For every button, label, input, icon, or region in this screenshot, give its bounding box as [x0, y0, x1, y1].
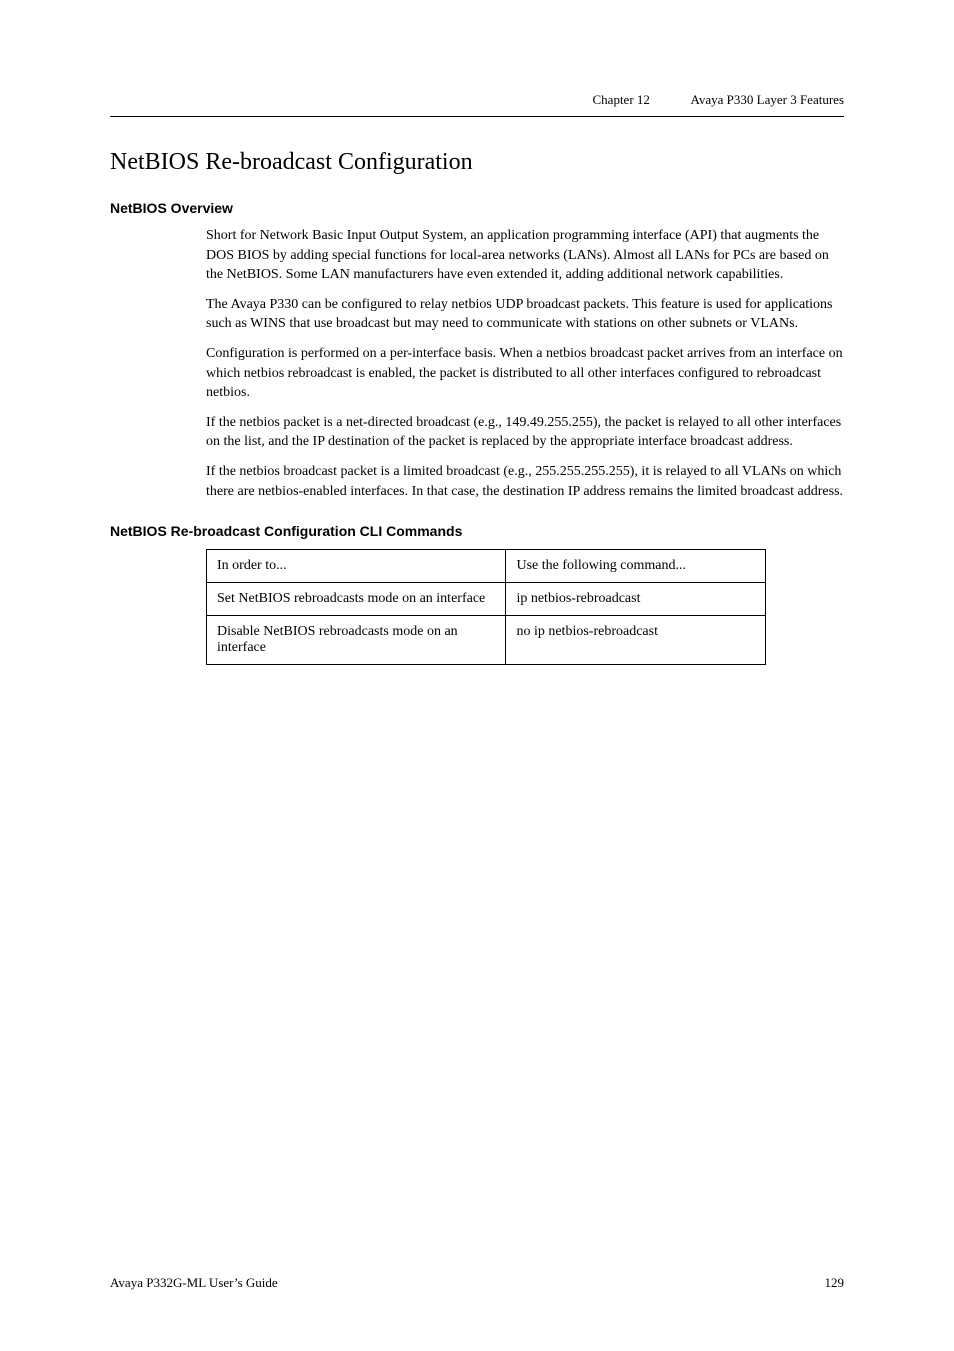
chapter-label: Chapter 12 [593, 92, 650, 107]
table-cell-command: ip netbios-rebroadcast [506, 583, 766, 616]
overview-heading: NetBIOS Overview [110, 200, 844, 216]
overview-para-1: Short for Network Basic Input Output Sys… [206, 226, 844, 285]
table-header-col1: In order to... [207, 550, 506, 583]
overview-para-3: Configuration is performed on a per-inte… [206, 344, 844, 403]
page-footer: Avaya P332G-ML User’s Guide 129 [110, 1275, 844, 1291]
table-cell-action: Set NetBIOS rebroadcasts mode on an inte… [207, 583, 506, 616]
table-cell-action: Disable NetBIOS rebroadcasts mode on an … [207, 616, 506, 665]
cli-commands-table: In order to... Use the following command… [206, 549, 766, 665]
section-title: NetBIOS Re-broadcast Configuration [110, 149, 844, 176]
chapter-title: Avaya P330 Layer 3 Features [690, 92, 844, 107]
table-header-row: In order to... Use the following command… [207, 550, 766, 583]
table-cell-command: no ip netbios-rebroadcast [506, 616, 766, 665]
page-number: 129 [825, 1275, 845, 1291]
page-header: Chapter 12 Avaya P330 Layer 3 Features [110, 92, 844, 117]
table-row: Disable NetBIOS rebroadcasts mode on an … [207, 616, 766, 665]
table-header-col2: Use the following command... [506, 550, 766, 583]
footer-text: Avaya P332G-ML User’s Guide [110, 1275, 278, 1291]
overview-para-4: If the netbios packet is a net-directed … [206, 413, 844, 452]
table-row: Set NetBIOS rebroadcasts mode on an inte… [207, 583, 766, 616]
cli-heading: NetBIOS Re-broadcast Configuration CLI C… [110, 523, 844, 539]
overview-para-2: The Avaya P330 can be configured to rela… [206, 295, 844, 334]
overview-para-5: If the netbios broadcast packet is a lim… [206, 462, 844, 501]
